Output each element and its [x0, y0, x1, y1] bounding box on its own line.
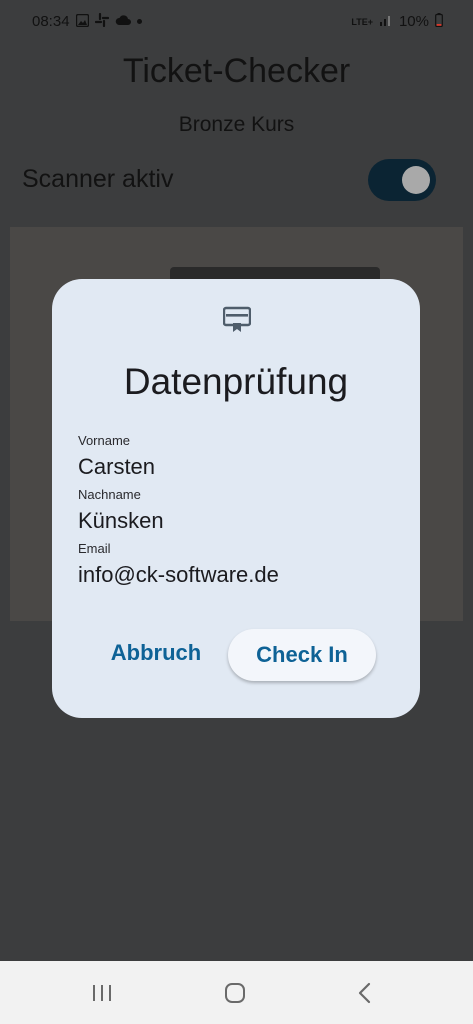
more-notifications-dot: [136, 19, 142, 24]
check-in-button[interactable]: Check In: [228, 629, 376, 681]
cloud-notification-icon: [115, 14, 131, 29]
course-name: Bronze Kurs: [178, 113, 295, 136]
battery-level: 10%: [398, 13, 429, 30]
scanner-toggle-label: Scanner aktiv: [22, 165, 174, 193]
scanner-toggle[interactable]: [368, 159, 436, 201]
last-name-value: Künsken: [78, 508, 164, 533]
ticket-icon: [222, 305, 252, 333]
email-label: Email: [78, 541, 111, 556]
back-icon[interactable]: [357, 982, 373, 1004]
app-title: Ticket-Checker: [122, 52, 351, 90]
scanner-toggle-knob: [402, 166, 430, 194]
home-icon[interactable]: [224, 982, 246, 1004]
signal-icon: [379, 14, 393, 29]
first-name-label: Vorname: [78, 433, 131, 448]
slack-notification-icon: [94, 12, 109, 30]
email-value: info@ck-software.de: [78, 562, 279, 587]
recent-apps-icon[interactable]: [91, 984, 113, 1002]
status-left: 08:34: [32, 12, 142, 30]
battery-icon: [435, 13, 443, 30]
cancel-button[interactable]: Abbruch: [98, 627, 214, 679]
status-time: 08:34: [32, 13, 70, 30]
gallery-notification-icon: [75, 13, 89, 30]
network-type-label: LTE+: [351, 16, 373, 27]
first-name-value: Carsten: [78, 454, 156, 479]
status-bar: 08:34 LTE+ 10%: [0, 0, 473, 44]
last-name-label: Nachname: [78, 487, 141, 502]
data-check-dialog: Datenprüfung Vorname Carsten Nachname Kü…: [52, 279, 420, 718]
status-right: LTE+ 10%: [351, 13, 443, 30]
system-navigation-bar: [0, 961, 473, 1024]
dialog-title: Datenprüfung: [123, 361, 349, 402]
